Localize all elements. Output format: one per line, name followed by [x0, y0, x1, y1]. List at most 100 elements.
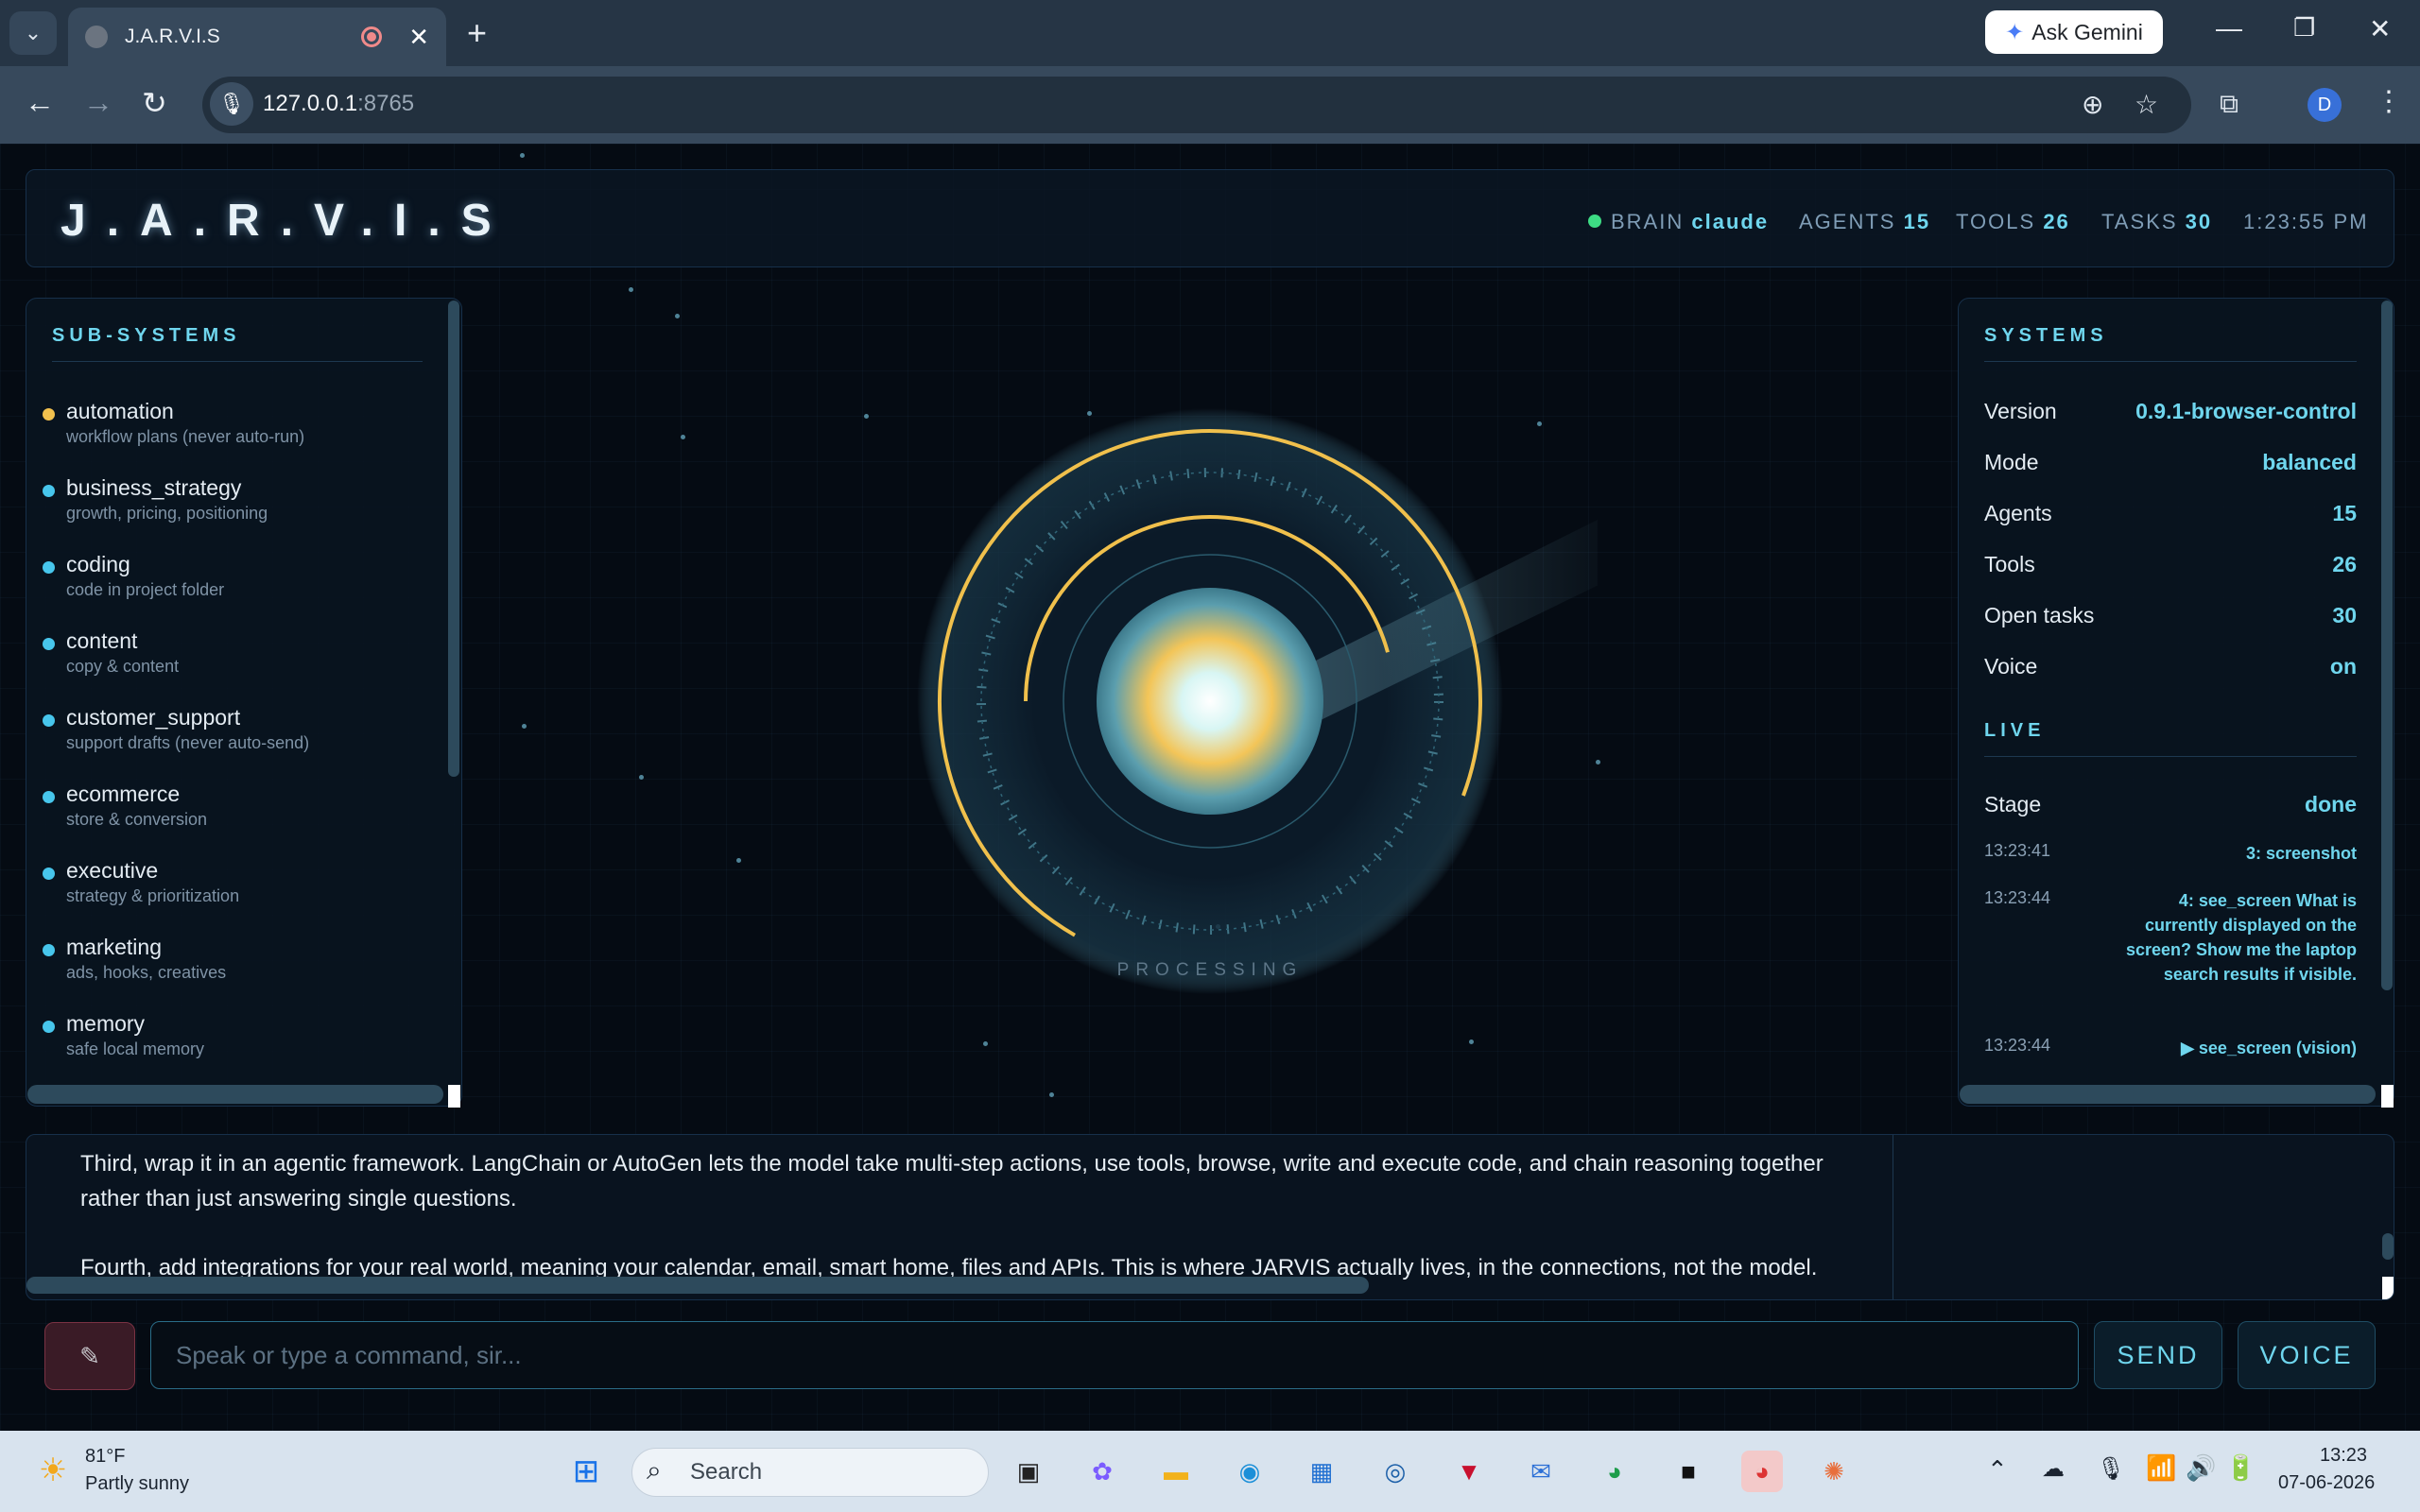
system-key: Open tasks — [1984, 603, 2095, 627]
weather-temp[interactable]: 81°F — [85, 1446, 125, 1468]
recording-icon — [361, 26, 383, 47]
chrome-profile-icon[interactable]: ◕ — [1594, 1451, 1635, 1492]
star-particle — [1049, 1092, 1054, 1097]
profile-avatar[interactable]: D — [2308, 88, 2342, 122]
claude-icon[interactable]: ✺ — [1813, 1451, 1855, 1492]
copilot-icon[interactable]: ✿ — [1081, 1451, 1123, 1492]
task-view-icon[interactable]: ▣ — [1008, 1451, 1049, 1492]
system-value: balanced — [2262, 450, 2357, 474]
subsystems-scrollbar[interactable] — [448, 301, 459, 777]
new-tab-button[interactable]: + — [467, 13, 487, 53]
send-button[interactable]: SEND — [2094, 1321, 2222, 1389]
zoom-icon[interactable]: ⊕ — [2082, 89, 2103, 120]
address-bar[interactable] — [202, 77, 2191, 133]
file-explorer-icon[interactable]: ▬ — [1155, 1451, 1197, 1492]
battery-icon[interactable]: 🔋 — [2225, 1453, 2256, 1483]
tasks-label: TASKS — [2101, 210, 2178, 233]
taskbar-date[interactable]: 07-06-2026 — [2278, 1472, 2375, 1494]
chrome-icon[interactable]: ◕ — [1741, 1451, 1783, 1492]
network-alert-icon[interactable]: ☁ — [2042, 1455, 2065, 1483]
subsystem-item-business-strategy[interactable]: business_strategy growth, pricing, positi… — [43, 475, 268, 524]
forward-icon[interactable]: → — [83, 85, 113, 120]
brain-label: BRAIN — [1611, 210, 1685, 233]
ask-gemini-button[interactable]: ✦ Ask Gemini — [1985, 10, 2163, 54]
weather-icon[interactable]: ☀ — [32, 1450, 74, 1491]
minimize-icon[interactable]: — — [2216, 13, 2242, 43]
microphone-icon[interactable]: 🎙 — [210, 82, 253, 126]
log-time: 13:23:41 — [1984, 841, 2051, 860]
tools-stat: TOOLS 26 — [1956, 210, 2070, 234]
dell-icon[interactable]: ◎ — [1374, 1451, 1416, 1492]
subsystem-item-automation[interactable]: automation workflow plans (never auto-run… — [43, 399, 304, 447]
log-message: 3: screenshot — [2245, 844, 2357, 863]
subsystem-desc: code in project folder — [66, 580, 225, 599]
close-tab-icon[interactable]: ✕ — [408, 23, 429, 52]
tools-value: 26 — [2043, 210, 2070, 233]
status-dot — [43, 638, 55, 650]
subsystems-hscrollbar[interactable] — [27, 1085, 443, 1104]
browser-tab-jarvis[interactable]: J.A.R.V.I.S ✕ — [68, 8, 446, 66]
status-dot — [43, 1021, 55, 1033]
store-icon[interactable]: ▦ — [1301, 1451, 1342, 1492]
agents-label: AGENTS — [1799, 210, 1896, 233]
subsystem-name: marketing — [66, 935, 162, 959]
voice-button[interactable]: VOICE — [2238, 1321, 2376, 1389]
volume-icon[interactable]: 🔊 — [2186, 1453, 2216, 1483]
system-value: on — [2329, 654, 2357, 679]
system-key: Version — [1984, 399, 2057, 423]
bookmark-star-icon[interactable]: ☆ — [2135, 89, 2158, 120]
mic-toggle-button[interactable]: ✎ — [44, 1322, 135, 1390]
chat-transcript[interactable]: Third, wrap it in an agentic framework. … — [26, 1134, 2394, 1300]
subsystem-item-ecommerce[interactable]: ecommerce store & conversion — [43, 782, 207, 830]
subsystem-item-marketing[interactable]: marketing ads, hooks, creatives — [43, 935, 226, 983]
tray-chevron-icon[interactable]: ⌃ — [1987, 1455, 2008, 1485]
log-time: 13:23:44 — [1984, 1036, 2051, 1055]
reload-icon[interactable]: ↻ — [142, 85, 167, 121]
divider — [52, 361, 423, 362]
core-status: PROCESSING — [1117, 960, 1304, 980]
subsystem-item-coding[interactable]: coding code in project folder — [43, 552, 225, 600]
edge-icon[interactable]: ◉ — [1229, 1451, 1270, 1492]
subsystem-item-content[interactable]: content copy & content — [43, 628, 179, 677]
system-key: Agents — [1984, 501, 2052, 525]
taskbar-time[interactable]: 13:23 — [2320, 1445, 2367, 1467]
wifi-icon[interactable]: 📶 — [2146, 1453, 2176, 1483]
mcafee-icon[interactable]: ▼ — [1448, 1451, 1490, 1492]
tab-search-button[interactable]: ⌄ — [9, 11, 57, 55]
star-particle — [522, 724, 527, 729]
windows-start-icon[interactable]: ⊞ — [565, 1451, 607, 1492]
chat-vscrollbar[interactable] — [2382, 1233, 2394, 1260]
chat-hscrollbar[interactable] — [26, 1277, 1369, 1294]
live-title: LIVE — [1984, 720, 2046, 741]
scroll-corner — [2382, 1277, 2394, 1299]
system-key: Mode — [1984, 450, 2039, 474]
systems-hscrollbar[interactable] — [1960, 1085, 2376, 1104]
star-particle — [983, 1041, 988, 1046]
menu-dots-icon[interactable]: ⋮ — [2375, 85, 2403, 118]
systems-scrollbar[interactable] — [2381, 301, 2393, 990]
command-input[interactable] — [150, 1321, 2079, 1389]
microphone-icon[interactable]: 🎙 — [2097, 1455, 2125, 1483]
subsystem-item-memory[interactable]: memory safe local memory — [43, 1011, 204, 1059]
weather-desc[interactable]: Partly sunny — [85, 1473, 189, 1495]
tasks-value: 30 — [2185, 210, 2213, 233]
restore-icon[interactable]: ❐ — [2293, 13, 2315, 43]
sparkle-icon: ✦ — [2005, 19, 2025, 45]
taskbar-search[interactable] — [631, 1448, 989, 1497]
outlook-icon[interactable]: ✉ — [1520, 1451, 1562, 1492]
extensions-icon[interactable]: ⧉ — [2220, 89, 2238, 120]
system-row-agents: Agents 15 — [1984, 501, 2357, 526]
divider — [1984, 756, 2357, 757]
url-text[interactable]: 127.0.0.1:8765 — [263, 91, 414, 117]
terminal-icon[interactable]: ■ — [1668, 1451, 1709, 1492]
subsystem-item-executive[interactable]: executive strategy & prioritization — [43, 858, 239, 906]
system-value: 0.9.1-browser-control — [2135, 399, 2357, 423]
log-entry: 13:23:44 ▶ see_screen (vision) — [1984, 1036, 2357, 1060]
tab-title: J.A.R.V.I.S — [125, 26, 220, 47]
status-dot — [43, 561, 55, 574]
system-value: 30 — [2332, 603, 2357, 627]
back-icon[interactable]: ← — [25, 85, 55, 120]
subsystem-item-customer-support[interactable]: customer_support support drafts (never au… — [43, 705, 309, 753]
close-window-icon[interactable]: ✕ — [2369, 13, 2391, 44]
clock: 1:23:55 PM — [2243, 210, 2369, 233]
